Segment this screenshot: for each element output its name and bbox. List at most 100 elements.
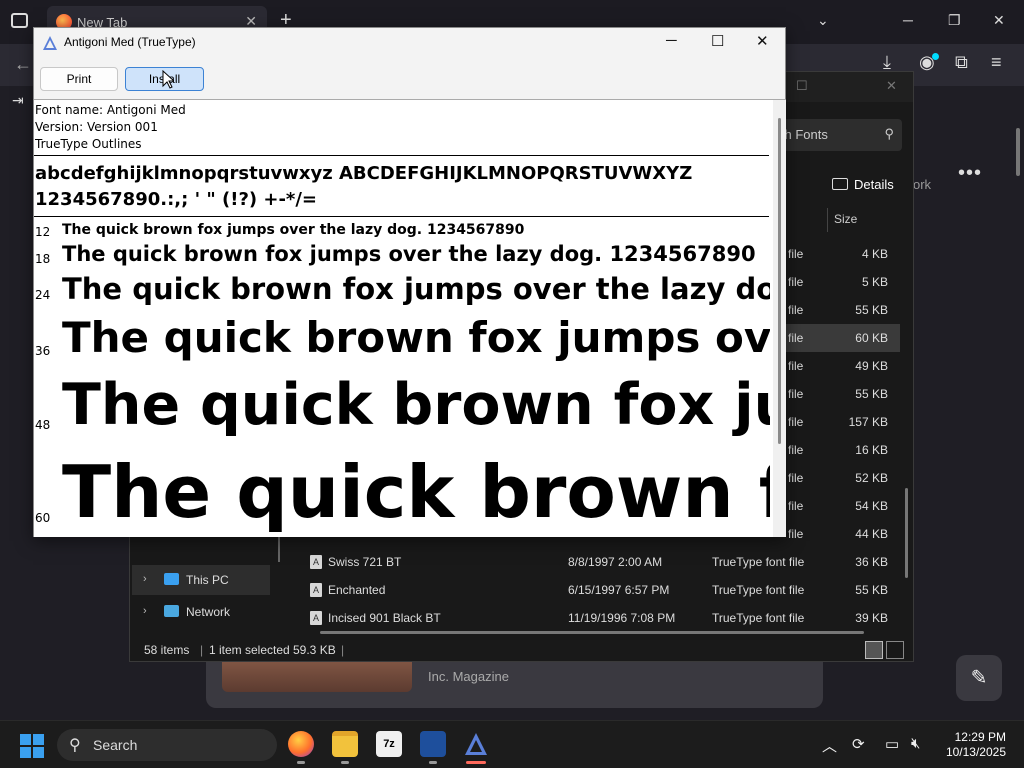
chevron-right-icon[interactable]: › [143, 573, 147, 585]
nav-item-network[interactable]: › Network [132, 597, 270, 627]
browser-scrollbar[interactable] [1016, 128, 1020, 176]
sync-icon[interactable]: ⟳ [852, 735, 865, 753]
file-type: file [788, 331, 804, 345]
close-icon[interactable]: ✕ [756, 32, 769, 50]
font-outline-type: TrueType Outlines [35, 137, 142, 151]
vertical-scrollbar[interactable] [905, 488, 908, 578]
notification-dot-icon [932, 53, 939, 60]
download-icon[interactable]: ⤓ [883, 52, 891, 73]
details-pane-icon [832, 178, 848, 190]
edit-pencil-icon[interactable]: ✎ [956, 655, 1002, 701]
font-viewer-app-icon [43, 36, 57, 50]
clock[interactable]: 12:29 PM 10/13/2025 [942, 730, 1006, 760]
search-label: Search [93, 737, 138, 753]
search-input[interactable]: ch Fonts ⚲ [770, 119, 902, 151]
powershell-icon[interactable] [420, 731, 446, 757]
tiles-view-icon[interactable] [886, 641, 904, 659]
display-icon[interactable]: ▭ [885, 735, 899, 753]
search-icon: ⚲ [884, 126, 894, 141]
sample-size-label: 48 [35, 418, 51, 432]
file-date: 11/19/1996 7:08 PM [568, 611, 676, 625]
font-viewer-taskbar-icon[interactable] [463, 731, 489, 757]
table-row[interactable]: A Enchanted 6/15/1997 6:57 PM TrueType font… [290, 576, 900, 604]
maximize-icon[interactable]: ☐ [796, 78, 808, 94]
item-count: 58 items [144, 643, 190, 657]
font-preview-pane: Font name: Antigoni Med Version: Version… [34, 99, 786, 537]
sample-size-label: 18 [35, 252, 51, 266]
details-view-icon[interactable] [865, 641, 883, 659]
file-size: 55 KB [855, 387, 888, 401]
table-row[interactable]: A Incised 901 Black BT 11/19/1996 7:08 PM T… [290, 604, 900, 632]
firefox-icon[interactable] [288, 731, 314, 757]
status-divider: | [200, 643, 204, 657]
network-icon [164, 605, 179, 617]
file-type: file [788, 527, 804, 541]
sign-in-icon[interactable]: ⇥ [12, 92, 24, 109]
computer-icon [164, 573, 179, 585]
nav-item-this-pc[interactable]: › This PC [132, 565, 270, 595]
nav-item-label: Network [186, 605, 231, 619]
maximize-icon[interactable]: ☐ [711, 32, 724, 50]
selected-count: 1 item selected [209, 643, 290, 657]
sample-line-24: The quick brown fox jumps over the lazy … [62, 272, 770, 306]
print-button[interactable]: Print [40, 67, 118, 91]
taskbar: ⚲ Search 7z ︿ ⟳ ▭ 🔇︎ 12:29 PM 10/13/2025 [0, 720, 1024, 768]
scrollbar-thumb[interactable] [778, 118, 781, 444]
file-type: file [788, 359, 804, 373]
file-type: file [788, 247, 804, 261]
size-column-header[interactable]: Size [827, 208, 857, 232]
news-card-caption: Inc. Magazine [428, 669, 509, 684]
file-size: 60 KB [855, 331, 888, 345]
file-date: 6/15/1997 6:57 PM [568, 583, 670, 597]
file-size: 39 KB [855, 611, 888, 625]
file-size: 16 KB [855, 443, 888, 457]
tab-list-icon[interactable] [11, 13, 28, 28]
font-version: Version: Version 001 [35, 120, 158, 134]
minimize-icon[interactable]: ─ [903, 12, 913, 28]
active-app-indicator [466, 761, 486, 764]
file-type: TrueType font file [712, 555, 805, 569]
clock-time: 12:29 PM [954, 730, 1006, 744]
details-button[interactable]: Details [854, 177, 894, 192]
file-size: 5 KB [861, 275, 888, 289]
sample-line-60: The quick brown fox jumps over the lazy … [62, 450, 770, 534]
charset-digits: 1234567890.:,; ' " (!?) +-*/= [35, 189, 317, 210]
file-type: file [788, 443, 804, 457]
taskbar-search[interactable]: ⚲ Search [57, 729, 277, 761]
7zip-icon[interactable]: 7z [376, 731, 402, 757]
close-icon[interactable]: ✕ [993, 12, 1005, 29]
maximize-icon[interactable]: ❐ [948, 12, 961, 29]
sample-size-label: 36 [35, 344, 51, 358]
sample-line-36: The quick brown fox jumps over the lazy … [62, 313, 770, 362]
close-icon[interactable]: ✕ [886, 78, 897, 94]
sample-size-label: 12 [35, 225, 51, 239]
chevron-down-icon[interactable]: ⌄ [817, 12, 829, 29]
status-divider: | [341, 643, 345, 657]
file-type: file [788, 499, 804, 513]
file-explorer-icon[interactable] [332, 731, 358, 757]
horizontal-scrollbar[interactable] [320, 631, 864, 634]
font-name: Font name: Antigoni Med [35, 103, 186, 117]
more-options-icon[interactable]: ••• [958, 162, 982, 185]
volume-muted-icon[interactable]: 🔇︎ [911, 735, 920, 752]
clock-date: 10/13/2025 [945, 745, 1006, 759]
vertical-scrollbar[interactable] [773, 100, 786, 537]
file-type: file [788, 303, 804, 317]
file-size: 52 KB [855, 471, 888, 485]
minimize-icon[interactable]: ─ [666, 32, 677, 49]
start-windows-icon[interactable] [20, 734, 44, 758]
chevron-up-icon[interactable]: ︿ [822, 735, 837, 756]
menu-icon[interactable]: ≡ [991, 52, 1002, 73]
search-icon: ⚲ [69, 737, 81, 754]
file-size: 44 KB [855, 527, 888, 541]
extensions-icon[interactable]: ⧉ [955, 52, 968, 73]
file-type: TrueType font file [712, 611, 805, 625]
back-arrow-icon[interactable]: ← [14, 54, 32, 75]
font-file-icon: A [310, 555, 322, 569]
table-row[interactable]: A Swiss 721 BT 8/8/1997 2:00 AM TrueType fo… [290, 548, 900, 576]
font-file-icon: A [310, 583, 322, 597]
divider [34, 155, 769, 156]
nav-pane-scrollbar[interactable] [278, 534, 280, 562]
divider [34, 216, 769, 217]
chevron-right-icon[interactable]: › [143, 605, 147, 617]
